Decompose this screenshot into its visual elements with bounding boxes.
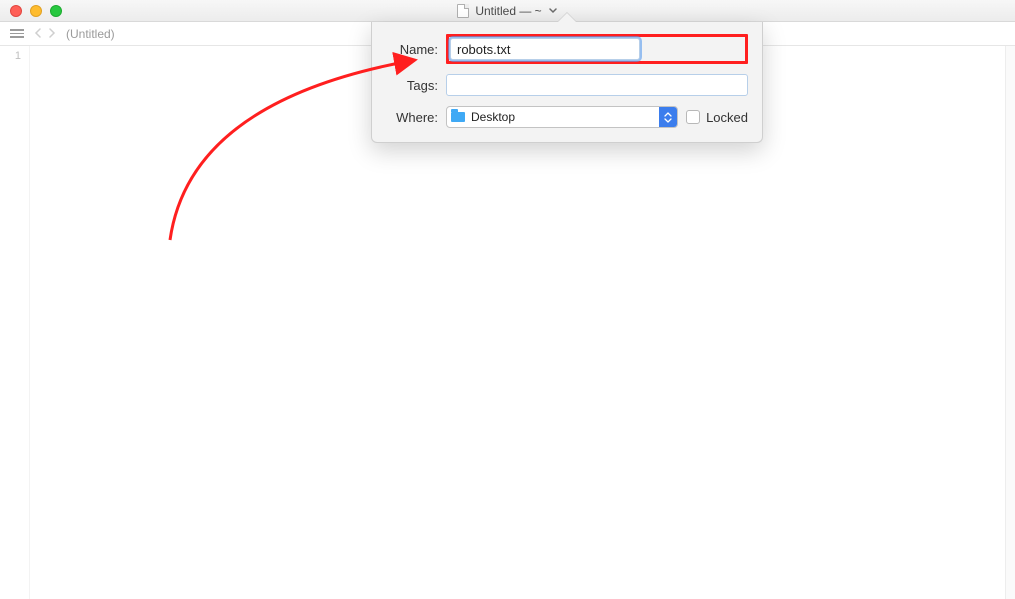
titlebar: Untitled — ~	[0, 0, 1015, 22]
where-value: Desktop	[469, 110, 659, 124]
where-label: Where:	[386, 110, 438, 125]
nav-forward-icon[interactable]	[48, 27, 56, 41]
locked-checkbox[interactable]	[686, 110, 700, 124]
line-number: 1	[0, 50, 21, 62]
close-window-button[interactable]	[10, 5, 22, 17]
tags-label: Tags:	[386, 78, 438, 93]
right-gutter	[1005, 46, 1015, 599]
select-arrows-icon	[659, 107, 677, 127]
document-icon	[457, 4, 469, 18]
minimize-window-button[interactable]	[30, 5, 42, 17]
name-input[interactable]	[450, 38, 640, 60]
folder-icon	[447, 112, 469, 122]
tags-input[interactable]	[446, 74, 748, 96]
name-label: Name:	[386, 42, 438, 57]
popover-pointer	[557, 13, 577, 23]
locked-label: Locked	[706, 110, 748, 125]
line-gutter: 1	[0, 46, 30, 599]
nav-back-icon[interactable]	[34, 27, 42, 41]
nav-arrows	[34, 27, 56, 41]
path-breadcrumb[interactable]: (Untitled)	[66, 27, 115, 41]
save-sheet: Name: Tags: Where: Desktop Locked	[371, 22, 763, 143]
sidebar-toggle-icon[interactable]	[10, 29, 24, 38]
window-controls	[10, 5, 62, 17]
zoom-window-button[interactable]	[50, 5, 62, 17]
where-select[interactable]: Desktop	[446, 106, 678, 128]
name-field-highlight	[446, 34, 748, 64]
window-title[interactable]: Untitled — ~	[475, 4, 541, 18]
